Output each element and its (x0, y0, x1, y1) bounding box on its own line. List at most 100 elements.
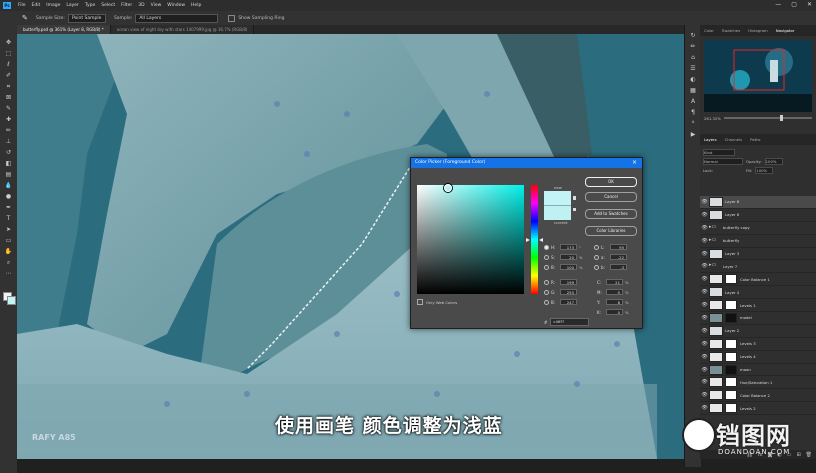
visibility-eye-icon[interactable]: 👁 (700, 225, 709, 231)
visibility-eye-icon[interactable]: 👁 (700, 212, 709, 218)
layer-row[interactable]: 👁 ▸▭ Layer 7 (700, 260, 816, 274)
navigator-zoom-knob[interactable] (780, 115, 784, 121)
brush-tool-icon[interactable]: ✏ (5, 127, 13, 134)
layer-row[interactable]: 👁 Layer 6 (700, 208, 816, 222)
layer-mask-thumbnail[interactable] (725, 364, 737, 375)
layer-row[interactable]: 👁 ▸▭ butterfly (700, 234, 816, 248)
menu-layer[interactable]: Layer (63, 3, 82, 8)
visibility-eye-icon[interactable]: 👁 (700, 367, 709, 373)
folder-icon[interactable]: ▸▭ (709, 236, 721, 245)
blur-tool-icon[interactable]: 💧 (5, 182, 13, 189)
layer-mask-thumbnail[interactable] (725, 377, 737, 388)
menu-type[interactable]: Type (82, 3, 98, 8)
menu-edit[interactable]: Edit (29, 3, 44, 8)
visibility-eye-icon[interactable]: 👁 (700, 302, 709, 308)
fill-field[interactable]: 100% (755, 166, 774, 174)
layer-row[interactable]: 👁 model (700, 312, 816, 325)
tab-ocean-jpg[interactable]: ocean view of night sky with stars 14079… (110, 25, 255, 34)
layer-thumbnail[interactable] (709, 287, 723, 298)
menu-3d[interactable]: 3D (135, 3, 147, 8)
paragraph-icon[interactable]: ¶ (690, 110, 697, 116)
opacity-field[interactable]: 100% (764, 157, 783, 165)
layer-row[interactable]: 👁 Layer 2 (700, 324, 816, 338)
visibility-eye-icon[interactable]: 👁 (700, 405, 709, 411)
layer-mask-thumbnail[interactable] (725, 312, 737, 323)
layer-thumbnail[interactable] (709, 325, 723, 336)
menu-filter[interactable]: Filter (118, 3, 135, 8)
only-web-colors-checkbox[interactable] (417, 299, 423, 305)
menu-help[interactable]: Help (188, 3, 204, 8)
crop-tool-icon[interactable]: ⌗ (5, 83, 13, 90)
visibility-eye-icon[interactable]: 👁 (700, 251, 709, 257)
visibility-eye-icon[interactable]: 👁 (700, 354, 709, 360)
layer-mask-thumbnail[interactable] (725, 403, 737, 414)
menu-window[interactable]: Window (164, 3, 188, 8)
layer-thumbnail[interactable] (709, 364, 723, 375)
layer-row[interactable]: 👁 Color Balance 2 (700, 389, 816, 403)
a-field[interactable]: -22 (610, 254, 627, 260)
layer-row[interactable]: 👁 Layer 8 (700, 196, 816, 209)
eyedropper-tool-icon[interactable]: ✎ (22, 14, 28, 22)
dialog-title-bar[interactable]: Color Picker (Foreground Color) × (411, 158, 642, 168)
lasso-tool-icon[interactable]: ℓ (5, 61, 13, 68)
character-icon[interactable]: A (690, 99, 697, 105)
hand-tool-icon[interactable]: ✋ (5, 248, 13, 255)
layer-row[interactable]: 👁 Layer 3 (700, 247, 816, 261)
visibility-eye-icon[interactable]: 👁 (700, 379, 709, 385)
type-tool-icon[interactable]: T (5, 215, 13, 222)
a-radio[interactable] (594, 254, 599, 260)
healing-brush-icon[interactable]: ✚ (5, 116, 13, 123)
color-libraries-button[interactable]: Color Libraries (585, 226, 637, 236)
r-field[interactable]: 199 (560, 279, 577, 285)
pen-tool-icon[interactable]: ✒ (5, 204, 13, 211)
layer-mask-thumbnail[interactable] (725, 300, 737, 311)
b-radio[interactable] (544, 264, 549, 270)
m-field[interactable]: 0 (606, 289, 623, 295)
navigator-zoom-value[interactable]: 261.32% (704, 116, 721, 121)
web-safe-cube-icon[interactable] (573, 208, 576, 211)
clone-source-icon[interactable]: ⌂ (690, 55, 697, 61)
sample-size-select[interactable]: Point Sample (67, 13, 106, 23)
tab-channels[interactable]: Channels (721, 137, 747, 142)
layer-thumbnail[interactable] (709, 300, 723, 311)
k-field[interactable]: 0 (606, 309, 623, 315)
path-select-icon[interactable]: ➤ (5, 226, 13, 233)
layer-thumbnail[interactable] (709, 377, 723, 388)
marquee-tool-icon[interactable]: ⬚ (5, 50, 13, 57)
cancel-button[interactable]: Cancel (585, 192, 637, 202)
lab-b-radio[interactable] (594, 264, 599, 270)
visibility-eye-icon[interactable]: 👁 (700, 276, 709, 282)
photoshop-logo[interactable]: Ps (3, 2, 11, 9)
c-field[interactable]: 21 (606, 279, 623, 285)
history-brush-icon[interactable]: ↺ (5, 149, 13, 156)
actions-icon[interactable]: ▶ (690, 132, 697, 138)
folder-icon[interactable]: ▸▭ (709, 223, 721, 232)
visibility-eye-icon[interactable]: 👁 (700, 199, 709, 205)
layer-thumbnail[interactable] (709, 209, 723, 220)
quick-select-tool-icon[interactable]: ✐ (5, 72, 13, 79)
layer-thumbnail[interactable] (709, 312, 723, 323)
tab-histogram[interactable]: Histogram (744, 28, 772, 33)
layer-mask-thumbnail[interactable] (725, 390, 737, 401)
layer-row[interactable]: 👁 moon (700, 363, 816, 377)
menu-file[interactable]: File (15, 3, 29, 8)
visibility-eye-icon[interactable]: 👁 (700, 392, 709, 398)
sample-select[interactable]: All Layers (135, 13, 219, 23)
color-field[interactable] (417, 184, 524, 294)
l-field[interactable]: 95 (610, 244, 627, 250)
layer-filter-kind[interactable]: Kind (703, 148, 735, 156)
show-sampling-ring-checkbox[interactable] (228, 14, 236, 22)
brush-settings-icon[interactable]: ✏ (690, 44, 697, 50)
visibility-eye-icon[interactable]: 👁 (700, 238, 709, 244)
navigator-preview[interactable] (704, 40, 812, 112)
layer-thumbnail[interactable] (709, 196, 723, 207)
tab-layers[interactable]: Layers (700, 137, 721, 142)
more-tools-icon[interactable]: ⋯ (5, 270, 13, 277)
tab-butterfly-psd[interactable]: butterfly.psd @ 361% (Layer 8, RGB/8) * (17, 25, 111, 34)
layer-row[interactable]: 👁 Hue/Saturation 1 (700, 376, 816, 390)
tab-paths[interactable]: Paths (746, 137, 764, 142)
eyedropper-icon[interactable]: ✎ (5, 105, 13, 112)
layer-thumbnail[interactable] (709, 338, 723, 349)
add-to-swatches-button[interactable]: Add to Swatches (585, 209, 637, 219)
layer-row[interactable]: 👁 Levels 1 (700, 299, 816, 313)
